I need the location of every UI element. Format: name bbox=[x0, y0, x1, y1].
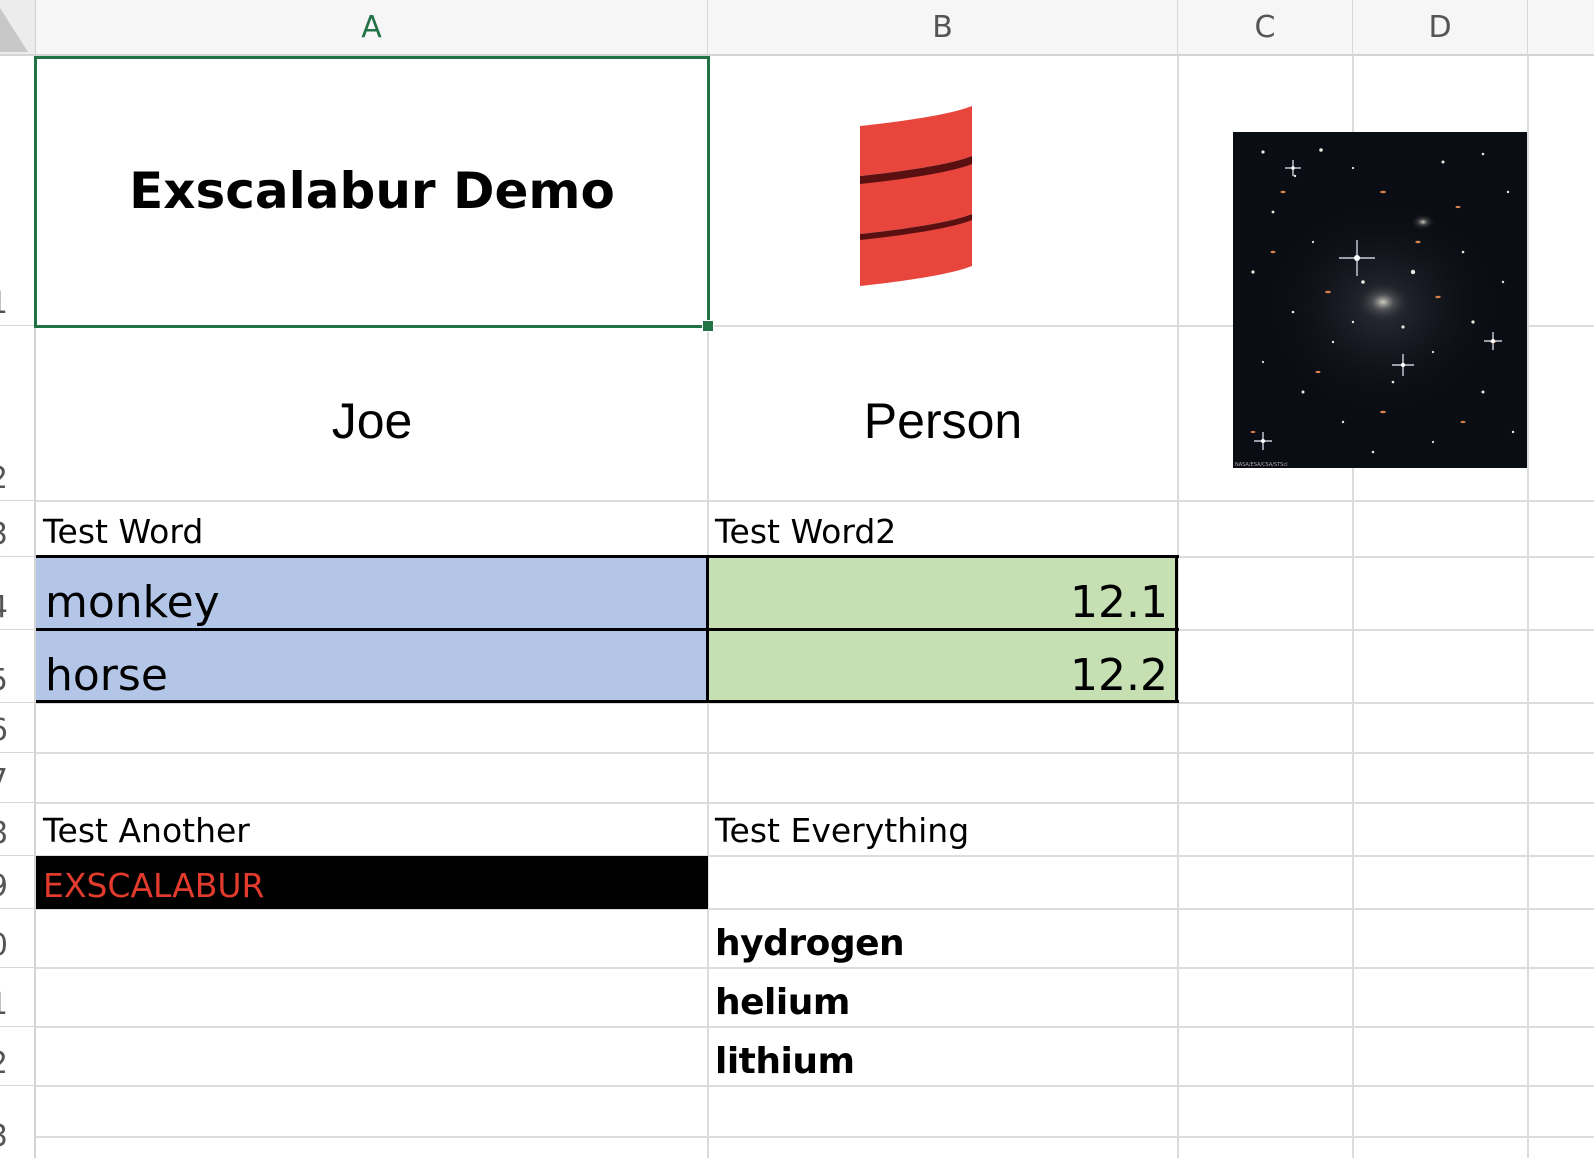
column-header-e[interactable] bbox=[1528, 0, 1594, 56]
row-header-1[interactable]: 1 bbox=[0, 56, 36, 326]
cell-b12[interactable]: lithium bbox=[708, 1027, 1178, 1086]
column-header-a[interactable]: A bbox=[36, 0, 708, 56]
gridline bbox=[1527, 56, 1529, 1158]
gridline bbox=[36, 1136, 1594, 1138]
cell-a5-text: horse bbox=[45, 650, 168, 701]
row-header-2[interactable]: 2 bbox=[0, 326, 36, 501]
row-header-7[interactable]: 7 bbox=[0, 753, 36, 803]
gridline bbox=[36, 752, 1594, 754]
column-header-b[interactable]: B bbox=[708, 0, 1178, 56]
cell-b4[interactable]: 12.1 bbox=[708, 557, 1178, 630]
cell-b8-text: Test Everything bbox=[715, 811, 970, 850]
cell-b10[interactable]: hydrogen bbox=[708, 909, 1178, 968]
cell-b3[interactable]: Test Word2 bbox=[708, 501, 1178, 557]
cell-b12-text: lithium bbox=[715, 1041, 855, 1082]
scala-logo-icon bbox=[860, 106, 972, 286]
cell-b11-text: helium bbox=[715, 982, 850, 1023]
row-header-4[interactable]: 4 bbox=[0, 557, 36, 630]
row-header-9[interactable]: 9 bbox=[0, 856, 36, 909]
table-border-mid bbox=[36, 628, 1179, 631]
select-all-corner[interactable] bbox=[0, 0, 36, 56]
cell-b5[interactable]: 12.2 bbox=[708, 630, 1178, 703]
cell-b4-text: 12.1 bbox=[1070, 577, 1168, 628]
cell-b2-text: Person bbox=[863, 392, 1023, 449]
cell-a4[interactable]: monkey bbox=[36, 557, 708, 630]
cell-a2[interactable]: Joe bbox=[36, 326, 708, 501]
image-caption: NASA/ESA/CSA/STScI bbox=[1235, 462, 1288, 468]
row-header-12[interactable]: 12 bbox=[0, 1027, 36, 1086]
table-border-divider bbox=[706, 555, 709, 703]
cell-a3[interactable]: Test Word bbox=[36, 501, 708, 557]
cell-a3-text: Test Word bbox=[43, 512, 204, 551]
cell-a2-text: Joe bbox=[331, 392, 413, 449]
cell-a4-text: monkey bbox=[45, 577, 220, 628]
table-border-right bbox=[1175, 555, 1178, 703]
cell-selection-box bbox=[34, 56, 710, 328]
table-border-bottom bbox=[36, 700, 1179, 703]
row-header-3[interactable]: 3 bbox=[0, 501, 36, 557]
row-header-5[interactable]: 5 bbox=[0, 630, 36, 703]
row-header-6[interactable]: 6 bbox=[0, 703, 36, 753]
row-header-13[interactable]: 13 bbox=[0, 1086, 36, 1158]
deep-field-image[interactable]: NASA/ESA/CSA/STScI bbox=[1233, 132, 1527, 468]
column-header-d[interactable]: D bbox=[1353, 0, 1528, 56]
table-border-top bbox=[36, 555, 1179, 558]
cell-b3-text: Test Word2 bbox=[715, 512, 897, 551]
deep-field-image-icon bbox=[1233, 132, 1527, 468]
cell-b10-text: hydrogen bbox=[715, 923, 905, 964]
cell-a8-text: Test Another bbox=[43, 811, 250, 850]
cell-b1[interactable] bbox=[708, 56, 1178, 326]
row-header-8[interactable]: 8 bbox=[0, 803, 36, 856]
row-header-11[interactable]: 11 bbox=[0, 968, 36, 1027]
spreadsheet-grid: A B C D 1 2 3 4 5 6 7 8 9 10 11 12 13 Ex… bbox=[0, 0, 1594, 1158]
cell-a9-text: EXSCALABUR bbox=[43, 866, 265, 905]
cell-a9[interactable]: EXSCALABUR bbox=[36, 856, 708, 909]
fill-handle[interactable] bbox=[702, 320, 714, 332]
cell-b11[interactable]: helium bbox=[708, 968, 1178, 1027]
cell-b2[interactable]: Person bbox=[708, 326, 1178, 501]
column-header-c[interactable]: C bbox=[1178, 0, 1353, 56]
cell-b5-text: 12.2 bbox=[1070, 650, 1168, 701]
cell-a5[interactable]: horse bbox=[36, 630, 708, 703]
cell-b8[interactable]: Test Everything bbox=[708, 803, 1178, 856]
row-header-10[interactable]: 10 bbox=[0, 909, 36, 968]
cell-a8[interactable]: Test Another bbox=[36, 803, 708, 856]
